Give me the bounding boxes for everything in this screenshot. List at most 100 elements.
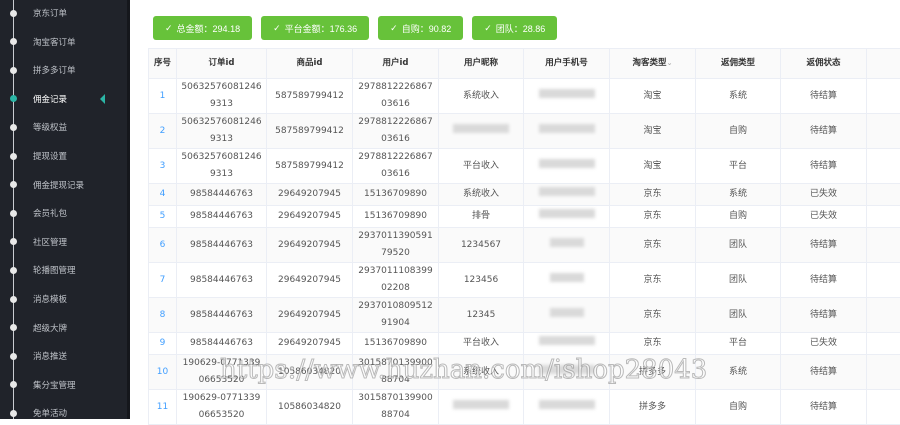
sidebar-item[interactable]: 集分宝管理 (0, 373, 127, 397)
cell-phone (524, 184, 610, 206)
cell-no: 11 (149, 390, 177, 425)
cell-commission-type: 平台 (696, 333, 781, 355)
cell-extra (867, 206, 900, 228)
timeline-dot-icon (10, 324, 17, 331)
cell-extra (867, 390, 900, 425)
sidebar-item[interactable]: 等级权益 (0, 115, 127, 139)
header-extra (867, 49, 900, 79)
cell-nickname: 排骨 (439, 206, 524, 228)
blurred-phone (550, 308, 584, 317)
timeline-dot-icon (10, 353, 17, 360)
cell-goods-id: 587589799412 (267, 149, 353, 184)
cell-platform: 京东 (610, 263, 696, 298)
sidebar-edge (127, 0, 130, 419)
blurred-phone (539, 159, 595, 168)
cell-extra (867, 298, 900, 333)
cell-goods-id: 10586034820 (267, 355, 353, 390)
cell-user-id: 293701080951291904 (353, 298, 439, 333)
cell-commission-status: 待结算 (781, 114, 867, 149)
blurred-phone (539, 365, 595, 374)
blurred-nickname (453, 400, 509, 409)
sidebar-item[interactable]: 提现设置 (0, 144, 127, 168)
cell-extra (867, 79, 900, 114)
sidebar-item[interactable]: 佣金提现记录 (0, 173, 127, 197)
sidebar-item[interactable]: 轮播图管理 (0, 258, 127, 282)
cell-extra (867, 355, 900, 390)
sidebar-item[interactable]: 淘宝客订单 (0, 30, 127, 54)
sidebar-item-label: 免单活动 (33, 407, 67, 419)
sidebar-item[interactable]: 免单活动 (0, 401, 127, 425)
sidebar-item[interactable]: 社区管理 (0, 230, 127, 254)
cell-goods-id: 10586034820 (267, 390, 353, 425)
check-icon: ✓ (390, 23, 398, 34)
cell-user-id: 15136709890 (353, 333, 439, 355)
sidebar-item[interactable]: 佣金记录 (0, 87, 127, 111)
cell-phone (524, 206, 610, 228)
cell-order-id: 98584446763 (177, 333, 267, 355)
cell-nickname: 1234567 (439, 228, 524, 263)
table-row: 2506325760812469313587589799412297881222… (149, 114, 900, 149)
cell-no: 3 (149, 149, 177, 184)
cell-nickname: 12345 (439, 298, 524, 333)
cell-no: 8 (149, 298, 177, 333)
sidebar-item[interactable]: 超级大牌 (0, 316, 127, 340)
header-platform[interactable]: 淘客类型⌄ (610, 49, 696, 79)
cell-no: 1 (149, 79, 177, 114)
cell-commission-type: 平台 (696, 149, 781, 184)
cell-user-id: 301587013990088704 (353, 390, 439, 425)
team-button[interactable]: ✓团队：28.86 (472, 16, 557, 40)
header-no: 序号 (149, 49, 177, 79)
blurred-phone (539, 336, 595, 345)
sidebar-item[interactable]: 消息模板 (0, 287, 127, 311)
timeline-dot-icon (10, 210, 17, 217)
cell-no: 4 (149, 184, 177, 206)
cell-goods-id: 29649207945 (267, 298, 353, 333)
cell-phone (524, 263, 610, 298)
commission-table: 序号 订单id 商品id 用户id 用户昵称 用户手机号 淘客类型⌄ 返佣类型 … (148, 48, 900, 425)
check-icon: ✓ (484, 23, 492, 34)
cell-nickname (439, 114, 524, 149)
cell-commission-type: 自购 (696, 390, 781, 425)
self-purchase-button[interactable]: ✓自购：90.82 (378, 16, 463, 40)
header-phone: 用户手机号 (524, 49, 610, 79)
timeline-dot-icon (10, 410, 17, 417)
cell-user-id: 15136709890 (353, 206, 439, 228)
cell-order-id: 98584446763 (177, 206, 267, 228)
cell-nickname: 系统收入 (439, 79, 524, 114)
check-icon: ✓ (165, 23, 173, 34)
table-row: 10190629-0771339066535201058603482030158… (149, 355, 900, 390)
cell-order-id: 506325760812469313 (177, 114, 267, 149)
cell-order-id: 98584446763 (177, 228, 267, 263)
header-user-id: 用户id (353, 49, 439, 79)
active-indicator-icon (100, 94, 105, 104)
timeline-dot-icon (10, 38, 17, 45)
timeline-dot-icon (10, 238, 17, 245)
timeline-dot-icon (10, 67, 17, 74)
table-row: 5985844467632964920794515136709890排骨京东自购… (149, 206, 900, 228)
cell-commission-status: 已失效 (781, 333, 867, 355)
cell-commission-type: 系统 (696, 355, 781, 390)
sidebar-item[interactable]: 消息推送 (0, 344, 127, 368)
blurred-phone (539, 124, 595, 133)
cell-no: 5 (149, 206, 177, 228)
cell-goods-id: 29649207945 (267, 333, 353, 355)
sidebar-item[interactable]: 拼多多订单 (0, 58, 127, 82)
blurred-phone (539, 400, 595, 409)
cell-user-id: 297881222686703616 (353, 79, 439, 114)
platform-amount-button[interactable]: ✓平台金额：176.36 (261, 16, 369, 40)
sidebar: 京东订单淘宝客订单拼多多订单佣金记录等级权益提现设置佣金提现记录会员礼包社区管理… (0, 0, 127, 419)
sidebar-item-label: 集分宝管理 (33, 379, 76, 391)
sidebar-item-label: 等级权益 (33, 121, 67, 133)
cell-order-id: 190629-077133906653520 (177, 355, 267, 390)
sidebar-item-label: 超级大牌 (33, 322, 67, 334)
table-row: 6985844467632964920794529370113905917952… (149, 228, 900, 263)
cell-nickname: 系统收入 (439, 184, 524, 206)
sidebar-item[interactable]: 会员礼包 (0, 201, 127, 225)
cell-no: 6 (149, 228, 177, 263)
sidebar-item[interactable]: 京东订单 (0, 1, 127, 25)
chevron-down-icon[interactable]: ⌄ (667, 59, 673, 67)
total-amount-button[interactable]: ✓总金额：294.18 (153, 16, 252, 40)
sidebar-item-label: 提现设置 (33, 150, 67, 162)
blurred-nickname (453, 124, 509, 133)
header-commission-status: 返佣状态 (781, 49, 867, 79)
